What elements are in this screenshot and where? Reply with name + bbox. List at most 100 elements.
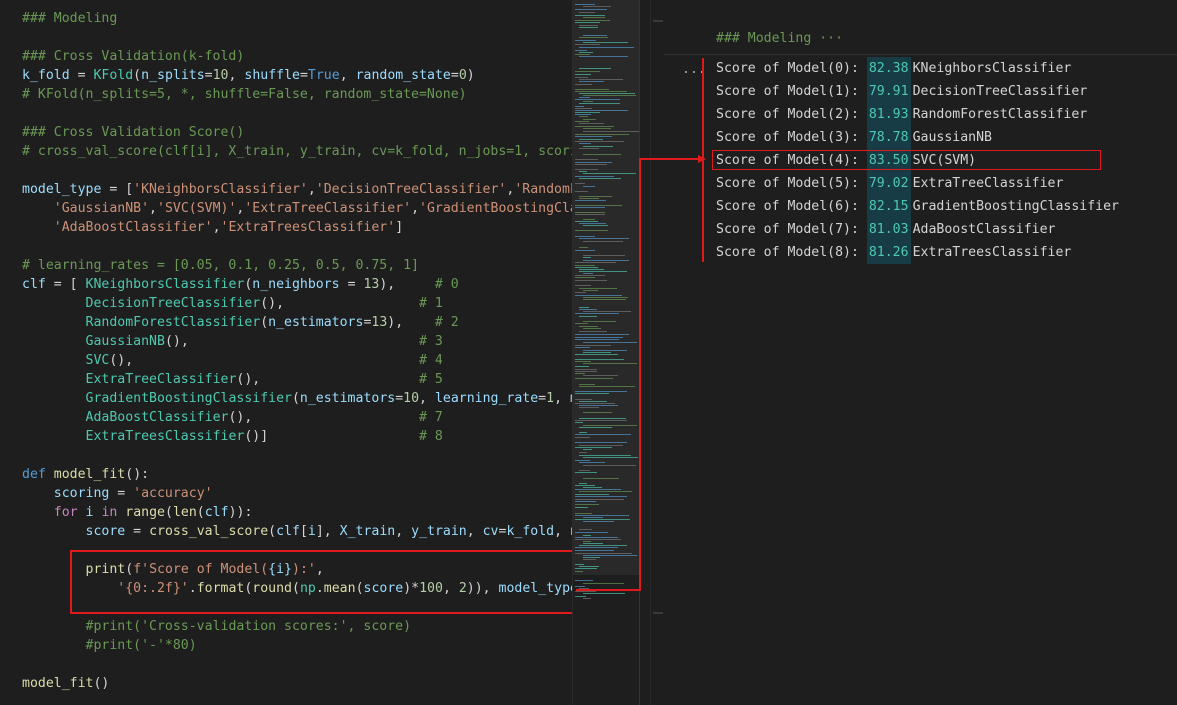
code-line[interactable]: # learning_rates = [0.05, 0.1, 0.25, 0.5… [22, 256, 419, 275]
minimap-line [583, 559, 596, 560]
code-token: n_splits [141, 68, 205, 83]
minimap-line [583, 321, 616, 322]
code-line[interactable]: scoring = 'accuracy' [22, 484, 213, 503]
minimap-line [575, 347, 590, 348]
code-token: n_estimators [268, 315, 364, 330]
code-line[interactable]: RandomForestClassifier(n_estimators=13),… [22, 313, 459, 332]
code-token: (): [125, 467, 150, 482]
minimap-line [575, 586, 585, 587]
output-row-label: Score of Model(7): [716, 222, 867, 237]
code-line[interactable]: #print('Cross-validation scores:', score… [22, 617, 412, 636]
minimap-line [575, 564, 584, 565]
code-token: 'SVC(SVM)' [157, 201, 237, 216]
minimap-line [575, 371, 597, 372]
minimap-line [583, 517, 603, 518]
minimap-line [575, 393, 609, 394]
minimap-line [579, 97, 590, 98]
minimap-line [575, 112, 600, 113]
code-token: model_fit [53, 467, 126, 482]
code-token: # 4 [419, 353, 443, 368]
minimap-line [575, 212, 605, 213]
minimap-line [575, 580, 593, 581]
code-line[interactable]: AdaBoostClassifier(), # 7 [22, 408, 443, 427]
code-line[interactable]: # KFold(n_splits=5, *, shuffle=False, ra… [22, 85, 467, 104]
minimap-line [575, 334, 629, 335]
code-token: GradientBoostingClassifier [85, 391, 292, 406]
code-line[interactable]: 'GaussianNB','SVC(SVM)','ExtraTreeClassi… [22, 199, 572, 218]
minimap-line [579, 123, 604, 124]
code-line[interactable]: ### Cross Validation(k-fold) [22, 47, 244, 66]
code-line[interactable]: ExtraTreesClassifier()] # 8 [22, 427, 443, 446]
code-line[interactable]: def model_fit(): [22, 465, 149, 484]
minimap[interactable] [572, 0, 651, 705]
minimap-line [575, 74, 591, 75]
minimap-line [583, 557, 600, 558]
minimap-line [583, 101, 593, 102]
code-token: (), [164, 334, 420, 349]
minimap-line [583, 299, 626, 300]
minimap-line [579, 79, 623, 80]
code-line[interactable]: # cross_val_score(clf[i], X_train, y_tra… [22, 142, 572, 161]
minimap-line [583, 154, 621, 155]
code-token: , [554, 524, 570, 539]
minimap-line [583, 241, 623, 242]
minimap-line [579, 483, 587, 484]
minimap-line [575, 9, 607, 10]
minimap-line [575, 99, 620, 100]
code-line[interactable]: 'AdaBoostClassifier','ExtraTreesClassifi… [22, 218, 403, 237]
minimap-line [575, 262, 616, 263]
output-panel: ### Modeling ··· ... Score of Model(0): … [664, 0, 1177, 705]
minimap-line [579, 401, 607, 402]
code-line[interactable]: model_type = ['KNeighborsClassifier','De… [22, 180, 572, 199]
minimap-line [575, 403, 615, 404]
minimap-line [575, 267, 598, 268]
minimap-line [575, 20, 610, 21]
code-line[interactable]: GaussianNB(), # 3 [22, 332, 443, 351]
code-line[interactable]: score = cross_val_score(clf[i], X_train,… [22, 522, 572, 541]
output-row-score: 81.93 [866, 103, 911, 126]
minimap-line [579, 418, 626, 419]
minimap-line [575, 515, 629, 516]
code-token: True [307, 68, 340, 83]
code-token: ], [315, 524, 340, 539]
code-line[interactable]: SVC(), # 4 [22, 351, 443, 370]
code-line[interactable]: DecisionTreeClassifier(), # 1 [22, 294, 443, 313]
vertical-scrollbar[interactable] [650, 0, 665, 705]
minimap-line [575, 532, 608, 533]
code-line[interactable]: for i in range(len(clf)): [22, 503, 253, 522]
code-line[interactable]: ### Modeling [22, 9, 117, 28]
code-line[interactable]: clf = [ KNeighborsClassifier(n_neighbors… [22, 275, 459, 294]
output-row-score: 79.91 [866, 80, 911, 103]
code-token: for [53, 505, 78, 520]
code-token: ( [196, 505, 205, 520]
minimap-line [583, 598, 591, 599]
code-line[interactable]: ExtraTreeClassifier(), # 5 [22, 370, 443, 389]
minimap-line [583, 260, 629, 261]
code-token: = [339, 277, 364, 292]
output-header[interactable]: ### Modeling ··· [716, 31, 843, 46]
minimap-line [575, 373, 585, 374]
scrollbar-marker [653, 612, 663, 614]
output-row: Score of Model(6): 82.15 GradientBoosting… [716, 195, 1119, 218]
code-token: ( [133, 68, 142, 83]
minimap-line [575, 50, 587, 51]
code-line[interactable]: ### Cross Validation Score() [22, 123, 244, 142]
minimap-line [583, 521, 614, 522]
code-token: (), [236, 372, 420, 387]
minimap-line [583, 457, 638, 458]
code-token: = [395, 391, 404, 406]
code-token: ] [395, 220, 404, 235]
minimap-line [575, 277, 595, 278]
minimap-line [583, 131, 639, 132]
code-line[interactable]: #print('-'*80) [22, 636, 197, 655]
minimap-line [583, 17, 605, 18]
minimap-line [579, 196, 612, 197]
code-line[interactable]: GradientBoostingClassifier(n_estimators=… [22, 389, 572, 408]
code-line[interactable]: k_fold = KFold(n_splits=10, shuffle=True… [22, 66, 475, 85]
minimap-line [575, 494, 609, 495]
code-line[interactable]: model_fit() [22, 674, 109, 693]
